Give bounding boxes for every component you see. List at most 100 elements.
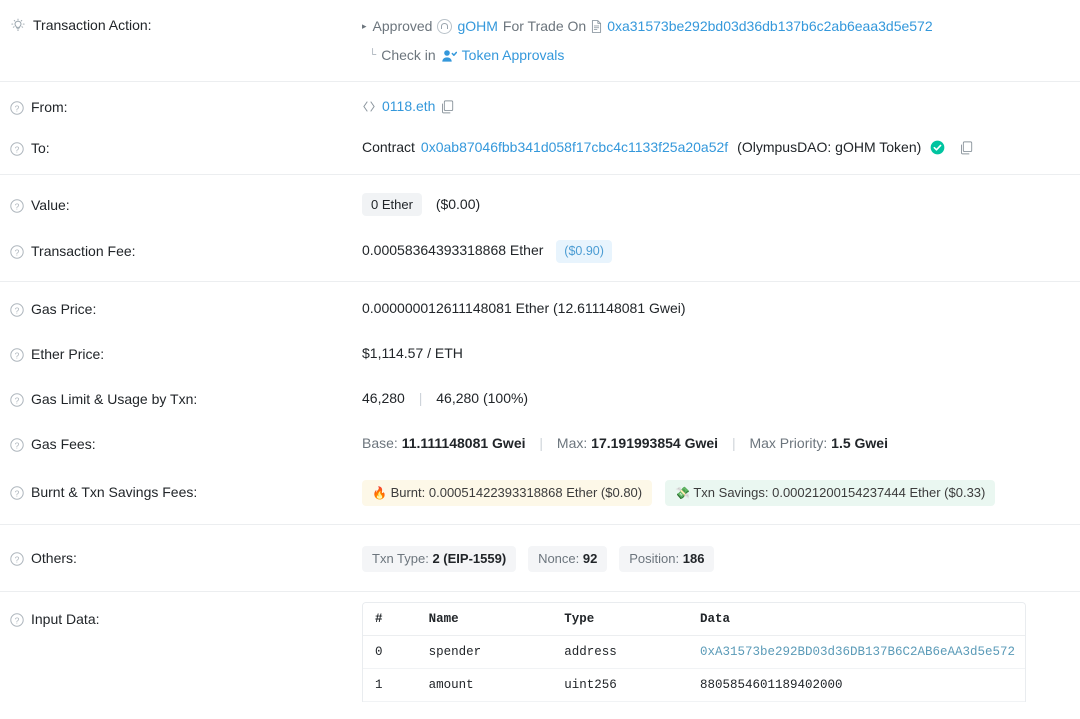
- row-transaction-fee: ? Transaction Fee: 0.00058364393318868 E…: [0, 227, 1080, 282]
- gas-fee-base-label: Base:: [362, 435, 398, 451]
- help-circle-icon[interactable]: ?: [10, 348, 24, 362]
- copy-icon[interactable]: [441, 98, 454, 114]
- row-gas-price: ? Gas Price: 0.000000012611148081 Ether …: [0, 282, 1080, 331]
- transaction-fee-label: Transaction Fee:: [31, 243, 136, 259]
- to-address-link[interactable]: 0x0ab87046fbb341d058f17cbc4c1133f25a20a5…: [421, 139, 728, 155]
- position-label: Position:: [629, 551, 680, 566]
- input-data-value-cell: # Name Type Data 0 spender address 0xA31…: [362, 602, 1080, 702]
- gas-price-label: Gas Price:: [31, 301, 97, 317]
- help-circle-icon[interactable]: ?: [10, 393, 24, 407]
- help-circle-icon[interactable]: ?: [10, 438, 24, 452]
- column-header-index: #: [363, 603, 417, 636]
- gas-fee-priority: Max Priority: 1.5 Gwei: [749, 435, 888, 451]
- transaction-fee-value-cell: 0.00058364393318868 Ether ($0.90): [362, 238, 1080, 263]
- help-circle-icon[interactable]: ?: [10, 199, 24, 213]
- row-input-data: ? Input Data: # Name Type Data 0 spender…: [0, 592, 1080, 702]
- others-value-cell: Txn Type: 2 (EIP-1559) Nonce: 92 Positio…: [362, 544, 1080, 572]
- cell-type: address: [552, 635, 688, 669]
- row-from: ? From: 0118.eth: [0, 82, 1080, 127]
- input-data-label: Input Data:: [31, 611, 100, 627]
- spender-address-link[interactable]: 0xA31573be292BD03d36DB137B6C2AB6eAA3d5e5…: [700, 645, 1015, 659]
- row-burnt-savings: ? Burnt & Txn Savings Fees: 🔥 Burnt: 0.0…: [0, 466, 1080, 525]
- contract-document-icon: [591, 16, 602, 36]
- gas-price-label-cell: ? Gas Price:: [10, 298, 362, 319]
- gas-fee-base-value: 11.111148081 Gwei: [401, 435, 526, 451]
- transaction-details-panel: Transaction Action: ▸ Approved gOHM For …: [0, 0, 1080, 702]
- cell-type: uint256: [552, 668, 688, 702]
- table-row: 0 spender address 0xA31573be292BD03d36DB…: [363, 635, 1025, 669]
- value-usd: ($0.00): [435, 196, 481, 212]
- caret-right-icon: ▸: [362, 20, 367, 31]
- verified-check-icon: [930, 139, 945, 155]
- svg-text:?: ?: [15, 305, 20, 315]
- action-middle-text: For Trade On: [502, 18, 587, 34]
- row-gas-limit: ? Gas Limit & Usage by Txn: 46,280 | 46,…: [0, 376, 1080, 421]
- to-contract-tag: (OlympusDAO: gOHM Token): [737, 139, 922, 155]
- txn-type-badge: Txn Type: 2 (EIP-1559): [362, 546, 517, 572]
- action-token-link[interactable]: gOHM: [457, 16, 497, 36]
- transaction-action-label-cell: Transaction Action:: [10, 14, 362, 35]
- to-value-cell: Contract 0x0ab87046fbb341d058f17cbc4c113…: [362, 137, 1080, 155]
- others-label-cell: ? Others:: [10, 544, 362, 568]
- value-ether-badge: 0 Ether: [362, 193, 422, 216]
- gas-limit-label: Gas Limit & Usage by Txn:: [31, 391, 198, 407]
- fire-icon: 🔥: [372, 486, 387, 500]
- lightbulb-icon: [10, 18, 26, 34]
- svg-text:?: ?: [15, 395, 20, 405]
- check-in-text: Check in: [381, 47, 436, 63]
- ether-price-label: Ether Price:: [31, 346, 105, 362]
- copy-icon[interactable]: [960, 139, 973, 155]
- help-circle-icon[interactable]: ?: [10, 245, 24, 259]
- gas-fees-label-cell: ? Gas Fees:: [10, 433, 362, 454]
- burnt-fee-badge: 🔥 Burnt: 0.00051422393318868 Ether ($0.8…: [362, 480, 653, 506]
- burnt-savings-label-cell: ? Burnt & Txn Savings Fees:: [10, 478, 362, 502]
- help-circle-icon[interactable]: ?: [10, 101, 24, 115]
- code-brackets-icon: [362, 98, 376, 114]
- tree-connector-icon: └: [369, 48, 377, 62]
- svg-text:?: ?: [15, 103, 20, 113]
- svg-text:?: ?: [15, 350, 20, 360]
- nonce-label: Nonce:: [538, 551, 580, 566]
- help-circle-icon[interactable]: ?: [10, 303, 24, 317]
- column-header-name: Name: [416, 603, 553, 636]
- row-value: ? Value: 0 Ether ($0.00): [0, 175, 1080, 227]
- cell-name: spender: [416, 635, 553, 669]
- txn-savings-text: Txn Savings: 0.00021200154237444 Ether (…: [693, 485, 986, 500]
- money-icon: 💸: [675, 486, 690, 500]
- cell-name: amount: [416, 668, 553, 702]
- gas-fee-max-label: Max:: [556, 435, 588, 451]
- position-value: 186: [682, 551, 705, 566]
- input-data-label-cell: ? Input Data:: [10, 602, 362, 629]
- gas-limit-value-cell: 46,280 | 46,280 (100%): [362, 388, 1080, 406]
- to-contract-prefix: Contract: [362, 139, 415, 155]
- gas-fee-priority-label: Max Priority:: [749, 435, 828, 451]
- input-data-table-wrapper: # Name Type Data 0 spender address 0xA31…: [362, 602, 1026, 702]
- from-label-cell: ? From:: [10, 96, 362, 117]
- nonce-value: 92: [582, 551, 598, 566]
- svg-text:?: ?: [15, 615, 20, 625]
- row-to: ? To: Contract 0x0ab87046fbb341d058f17cb…: [0, 127, 1080, 175]
- gas-fees-separator-1: |: [539, 435, 544, 451]
- help-circle-icon[interactable]: ?: [10, 142, 24, 156]
- transaction-action-primary-line: ▸ Approved gOHM For Trade On 0xa31573be2…: [362, 16, 1080, 36]
- position-badge: Position: 186: [619, 546, 715, 572]
- help-circle-icon[interactable]: ?: [10, 486, 24, 500]
- ether-price-label-cell: ? Ether Price:: [10, 343, 362, 364]
- txn-type-label: Txn Type:: [372, 551, 429, 566]
- action-verb: Approved: [372, 18, 433, 34]
- action-spender-address-link[interactable]: 0xa31573be292bd03d36db137b6c2ab6eaa3d5e5…: [607, 16, 932, 36]
- help-circle-icon[interactable]: ?: [10, 613, 24, 627]
- token-approvals-link[interactable]: Token Approvals: [462, 45, 565, 65]
- burnt-fee-text: Burnt: 0.00051422393318868 Ether ($0.80): [390, 485, 643, 500]
- help-circle-icon[interactable]: ?: [10, 552, 24, 566]
- svg-text:?: ?: [15, 554, 20, 564]
- gas-fees-label: Gas Fees:: [31, 436, 96, 452]
- svg-text:?: ?: [15, 247, 20, 257]
- input-data-table: # Name Type Data 0 spender address 0xA31…: [363, 603, 1025, 702]
- from-address-link[interactable]: 0118.eth: [382, 98, 435, 114]
- table-header-row: # Name Type Data: [363, 603, 1025, 636]
- svg-text:?: ?: [15, 144, 20, 154]
- gas-fee-priority-value: 1.5 Gwei: [831, 435, 888, 451]
- transaction-action-label: Transaction Action:: [33, 17, 152, 33]
- txn-savings-badge: 💸 Txn Savings: 0.00021200154237444 Ether…: [665, 480, 996, 506]
